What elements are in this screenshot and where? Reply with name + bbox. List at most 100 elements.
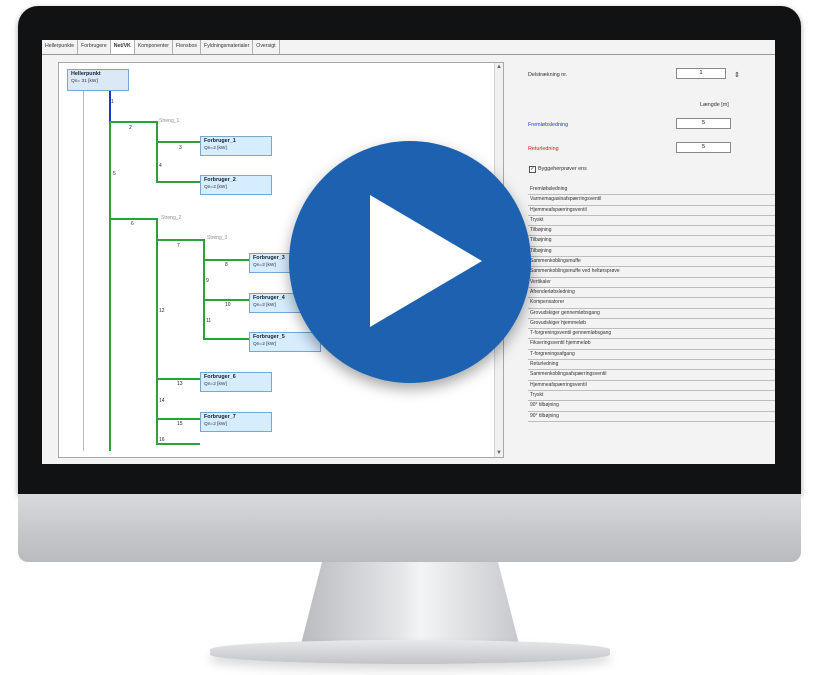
tab-fyldningsmaterialer[interactable]: Fyldningsmaterialer (201, 40, 254, 54)
consumer-load: Qn=2 [kW] (204, 185, 227, 190)
segment-label: 13 (177, 381, 183, 387)
segment-label: 4 (159, 163, 162, 169)
monitor-base (210, 640, 610, 664)
consumer-node[interactable]: Forbruger_5 Qn=2 [kW] (249, 332, 321, 352)
table-row[interactable]: Vertikaler (528, 278, 775, 288)
table-row[interactable]: Varmemagasinafspærringsventil (528, 195, 775, 206)
consumer-load: Qn=2 [kW] (253, 342, 276, 347)
consumer-name: Forbruger_2 (204, 177, 236, 183)
tree-edge (109, 91, 111, 121)
consumer-load: Qn=2 [kW] (204, 422, 227, 427)
tab-hellerpunkte[interactable]: Hellerpunkte (42, 40, 79, 54)
table-row[interactable]: T-forgreningsventil gennemløbsgang (528, 329, 775, 340)
table-row[interactable]: Afrenderløbsledning (528, 288, 775, 299)
segment-label: 11 (206, 318, 212, 324)
tree-edge (203, 239, 205, 339)
table-row[interactable]: Tilbøjning (528, 236, 775, 247)
strand-label: Streng_3 (207, 235, 228, 241)
consumer-node[interactable]: Forbruger_6 Qn=2 [kW] (200, 372, 272, 392)
table-row[interactable]: Kompensatorer (528, 298, 775, 309)
segment-label: 2 (129, 125, 132, 131)
segment-label: 1 (111, 99, 114, 105)
tree-edge (156, 141, 200, 143)
table-row[interactable]: Tilbøjning (528, 247, 775, 258)
tree-edge (156, 121, 158, 183)
consumer-node[interactable]: Forbruger_1 Qn=2 [kW] (200, 136, 272, 156)
scroll-down-icon[interactable]: ▼ (496, 450, 502, 456)
properties-pane: Delstrækning nr. 1 ⇕ Længde [m] Fremløbs… (528, 62, 775, 464)
same-lengths-checkbox[interactable]: ✓ (529, 166, 536, 173)
tree-edge (109, 121, 157, 123)
tree-edge (156, 378, 200, 380)
table-row[interactable]: 90° tilbøjning (528, 401, 775, 412)
segment-label: 3 (179, 145, 182, 151)
play-icon (370, 195, 482, 327)
tab-oversigt[interactable]: Oversigt (253, 40, 280, 54)
consumer-name: Forbruger_7 (204, 414, 236, 420)
consumer-load: Qn=2 [kW] (204, 382, 227, 387)
tab-komponenter[interactable]: Komponenter (135, 40, 173, 54)
same-lengths-label: Byggeherprøver ens (538, 166, 587, 172)
tree-edge (203, 299, 249, 301)
table-row[interactable]: Grovudskiger hjemmeløb (528, 319, 775, 330)
section-number-input[interactable]: 1 (676, 68, 726, 79)
section-number-label: Delstrækning nr. (528, 72, 568, 78)
section-spin-icon[interactable]: ⇕ (734, 71, 740, 79)
table-row[interactable]: Fikseringsventil hjemmeløb (528, 339, 775, 350)
segment-label: 12 (159, 308, 165, 314)
strand-label: Streng_2 (161, 215, 182, 221)
root-node-load: Qn= 31 [kW] (71, 79, 98, 84)
tab-forbrugere[interactable]: Forbrugere (78, 40, 111, 54)
table-row[interactable]: Fremløbsledning (528, 185, 775, 196)
tree-edge (156, 181, 200, 183)
consumer-name: Forbruger_1 (204, 138, 236, 144)
root-node-name: Hellerpunkt (71, 71, 101, 77)
table-row[interactable]: Sammenkoblingsmuffe (528, 257, 775, 268)
table-row[interactable]: 90° tilbøjning (528, 412, 775, 422)
segment-label: 8 (225, 262, 228, 268)
component-table: Fremløbsledning Varmemagasinafspærringsv… (528, 185, 775, 422)
tree-edge (156, 218, 158, 443)
table-row[interactable]: Sammenkoblingsmuffe ved heltørsprøve (528, 267, 775, 278)
return-length-input[interactable]: 5 (676, 142, 731, 153)
segment-label: 7 (177, 243, 180, 249)
table-row[interactable]: Returledning (528, 360, 775, 371)
table-row[interactable]: Hjemmeafspærringsventil (528, 381, 775, 391)
table-row[interactable]: Tilbøjning (528, 226, 775, 237)
monitor-chin (18, 494, 801, 562)
tree-edge (203, 259, 249, 261)
consumer-node[interactable]: Forbruger_2 Qn=2 [kW] (200, 175, 272, 195)
tab-flensbos[interactable]: Flensbos (173, 40, 202, 54)
table-row[interactable]: Tryskt (528, 391, 775, 402)
segment-label: 14 (159, 398, 165, 404)
strand-label: Streng_1 (159, 118, 180, 124)
monitor-mockup: Hellerpunkte Forbrugere Net/VK Komponent… (0, 0, 820, 675)
tree-guide-line (83, 91, 84, 451)
supply-line-label: Fremløbsledning (528, 122, 569, 128)
consumer-node[interactable]: Forbruger_7 Qn=2 [kW] (200, 412, 272, 432)
tab-net[interactable]: Net/VK (110, 40, 135, 54)
tree-edge (156, 418, 200, 420)
tree-edge (156, 239, 204, 241)
supply-length-input[interactable]: 5 (676, 118, 731, 129)
table-row[interactable]: Hjemmeafspærringsventil (528, 206, 775, 216)
return-line-label: Returledning (528, 146, 559, 152)
root-node[interactable]: Hellerpunkt Qn= 31 [kW] (67, 69, 129, 91)
segment-label: 5 (113, 171, 116, 177)
segment-label: 9 (206, 278, 209, 284)
monitor-stand (300, 562, 520, 648)
consumer-load: Qn=2 [kW] (204, 146, 227, 151)
tab-bar: Hellerpunkte Forbrugere Net/VK Komponent… (42, 40, 775, 55)
table-row[interactable]: Sammenkoblingsafspærringsventil (528, 370, 775, 381)
consumer-name: Forbruger_5 (253, 334, 285, 340)
scroll-up-icon[interactable]: ▲ (496, 64, 502, 70)
tree-edge (109, 218, 157, 220)
table-row[interactable]: Grovudskiger gennemløbsgang (528, 309, 775, 319)
segment-label: 6 (131, 221, 134, 227)
tree-edge (109, 121, 111, 451)
table-row[interactable]: T-forgreningsafgang (528, 350, 775, 361)
segment-label: 10 (225, 302, 231, 308)
table-row[interactable]: Tryskt (528, 216, 775, 227)
consumer-name: Forbruger_6 (204, 374, 236, 380)
tree-edge (156, 443, 200, 445)
